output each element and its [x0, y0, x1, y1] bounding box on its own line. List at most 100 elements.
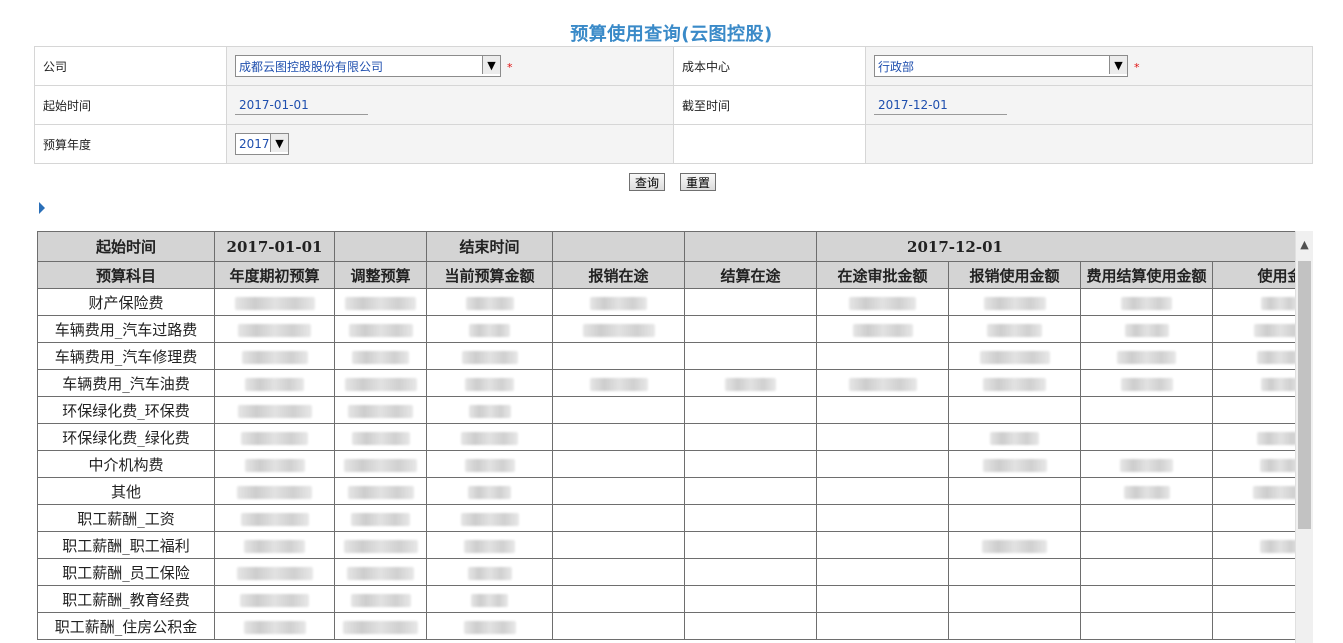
redacted-value — [982, 458, 1047, 472]
value-cell — [334, 585, 427, 613]
value-cell — [816, 315, 949, 343]
redacted-value — [236, 566, 313, 580]
value-cell — [1080, 612, 1213, 640]
redacted-value — [1256, 431, 1295, 445]
table-row: 职工薪酬_员工保险 — [37, 558, 1295, 586]
column-header: 报销使用金额 — [948, 261, 1081, 289]
value-cell — [334, 450, 427, 478]
scrollbar-thumb[interactable] — [1298, 261, 1311, 529]
redacted-value — [463, 620, 516, 634]
budget-subject-cell: 职工薪酬_教育经费 — [37, 585, 215, 613]
redacted-value — [240, 593, 309, 607]
value-cell — [684, 396, 817, 424]
value-cell — [1080, 342, 1213, 370]
value-cell — [1080, 450, 1213, 478]
value-cell — [214, 477, 335, 505]
value-cell — [214, 288, 335, 316]
redacted-value — [343, 539, 418, 553]
redacted-value — [344, 458, 417, 472]
redacted-value — [1120, 458, 1173, 472]
redacted-value — [468, 404, 511, 418]
budget-subject-cell: 职工薪酬_员工保险 — [37, 558, 215, 586]
redacted-value — [345, 296, 416, 310]
column-header: 使用金 — [1212, 261, 1295, 289]
value-cell — [684, 423, 817, 451]
budget-year-select[interactable]: 2017 ▼ — [235, 133, 289, 155]
redacted-value — [1121, 296, 1172, 310]
value-cell — [552, 423, 685, 451]
budget-subject-cell: 车辆费用_汽车油费 — [37, 369, 215, 397]
value-cell — [552, 315, 685, 343]
budget-subject-cell: 财产保险费 — [37, 288, 215, 316]
redacted-value — [725, 377, 776, 391]
budget-subject-cell: 车辆费用_汽车过路费 — [37, 315, 215, 343]
value-cell — [684, 504, 817, 532]
value-cell — [426, 396, 553, 424]
company-label: 公司 — [34, 46, 227, 86]
redacted-value — [237, 485, 312, 499]
value-cell — [426, 504, 553, 532]
chevron-up-icon[interactable]: ▲ — [1296, 231, 1313, 257]
value-cell — [1212, 288, 1295, 316]
budget-subject-cell: 环保绿化费_绿化费 — [37, 423, 215, 451]
table-row: 车辆费用_汽车油费 — [37, 369, 1295, 397]
value-cell — [684, 477, 817, 505]
value-cell — [552, 342, 685, 370]
chevron-down-icon[interactable]: ▼ — [482, 56, 500, 74]
value-cell — [948, 423, 1081, 451]
end-date-input[interactable] — [874, 95, 1007, 115]
required-mark: * — [1134, 60, 1140, 74]
redacted-value — [245, 377, 304, 391]
redacted-value — [469, 323, 510, 337]
page-title: 预算使用查询(云图控股) — [570, 24, 773, 45]
redacted-value — [1252, 485, 1295, 499]
value-cell — [948, 342, 1081, 370]
value-cell — [1212, 558, 1295, 586]
redacted-value — [238, 323, 311, 337]
value-cell — [684, 369, 817, 397]
value-cell — [816, 558, 949, 586]
value-cell — [684, 288, 817, 316]
budget-grid: 起始时间 2017-01-01 结束时间 2017-12-01 预算科目 年度期初… — [37, 231, 1295, 643]
query-button[interactable]: 查询 — [629, 173, 666, 191]
value-cell — [552, 504, 685, 532]
reset-button[interactable]: 重置 — [680, 173, 717, 191]
budget-subject-cell: 职工薪酬_职工福利 — [37, 531, 215, 559]
chevron-down-icon[interactable]: ▼ — [270, 134, 288, 152]
value-cell — [334, 477, 427, 505]
value-cell — [214, 612, 335, 640]
value-cell — [816, 612, 949, 640]
value-cell — [684, 450, 817, 478]
value-cell — [1212, 585, 1295, 613]
value-cell — [1080, 504, 1213, 532]
redacted-value — [1260, 458, 1295, 472]
redacted-value — [237, 404, 312, 418]
value-cell — [552, 450, 685, 478]
value-cell — [552, 558, 685, 586]
company-select[interactable]: 成都云图控股股份有限公司 ▼ — [235, 55, 501, 77]
end-time-value: 2017-12-01 — [816, 231, 1295, 262]
column-header: 报销在途 — [552, 261, 685, 289]
redacted-value — [852, 323, 913, 337]
value-cell — [948, 531, 1081, 559]
budget-subject-cell: 环保绿化费_环保费 — [37, 396, 215, 424]
value-cell — [214, 450, 335, 478]
redacted-value — [1261, 296, 1295, 310]
value-cell — [426, 423, 553, 451]
cost-center-select[interactable]: 行政部 ▼ — [874, 55, 1128, 77]
start-date-input[interactable] — [235, 95, 368, 115]
value-cell — [1212, 477, 1295, 505]
value-cell — [214, 423, 335, 451]
value-cell — [816, 531, 949, 559]
query-form: 公司 成都云图控股股份有限公司 ▼ * 成本中心 行政部 ▼ * 起始时间 截至… — [34, 46, 1313, 164]
column-header: 结算在途 — [684, 261, 817, 289]
table-row: 职工薪酬_教育经费 — [37, 585, 1295, 613]
value-cell — [552, 585, 685, 613]
value-cell — [816, 585, 949, 613]
column-header: 当前预算金额 — [426, 261, 553, 289]
budget-subject-cell: 职工薪酬_工资 — [37, 504, 215, 532]
vertical-scrollbar[interactable]: ▲ — [1295, 231, 1313, 643]
redacted-value — [590, 296, 647, 310]
triangle-right-icon[interactable] — [39, 202, 45, 214]
chevron-down-icon[interactable]: ▼ — [1109, 56, 1127, 74]
